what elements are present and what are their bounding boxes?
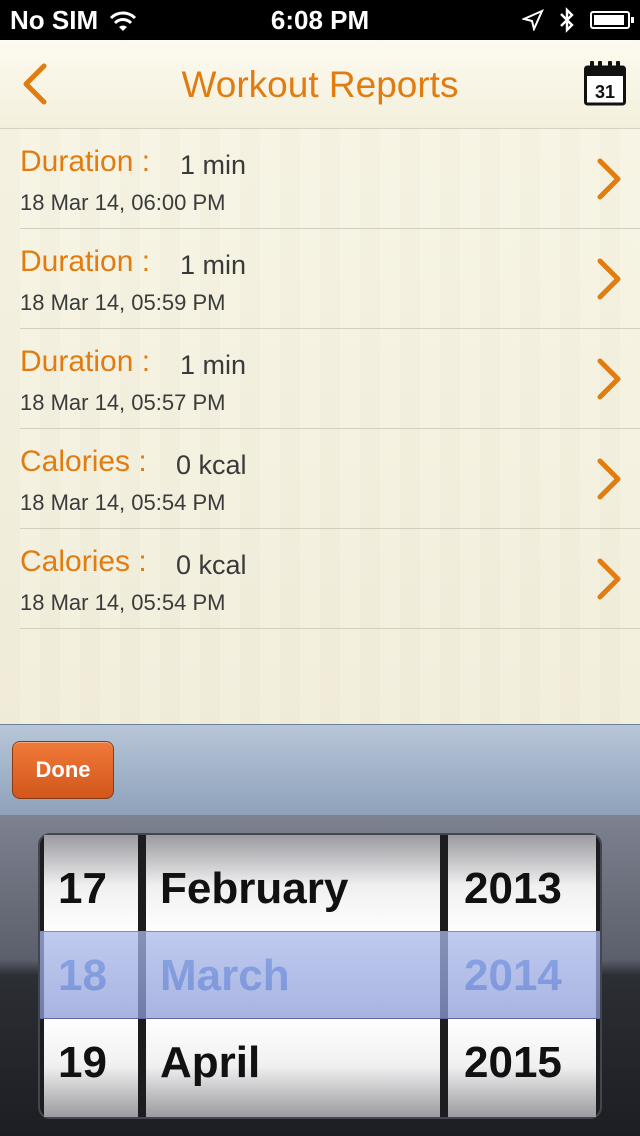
picker-day-item[interactable]: 17 [44, 845, 138, 933]
bluetooth-icon [560, 7, 574, 33]
location-arrow-icon [522, 9, 544, 31]
calendar-day: 31 [595, 82, 615, 102]
report-label: Duration : [20, 345, 151, 378]
picker-month-selected[interactable]: March [146, 932, 440, 1020]
report-value: 0 kcal [176, 450, 247, 480]
picker-day-column[interactable]: 17 18 19 [44, 835, 138, 1117]
chevron-right-icon [597, 158, 621, 200]
report-value: 1 min [180, 150, 247, 180]
report-date: 18 Mar 14, 05:59 PM [20, 290, 226, 315]
report-value: 0 kcal [176, 550, 247, 580]
report-date: 18 Mar 14, 06:00 PM [20, 190, 226, 215]
report-list: Duration : 1 min 18 Mar 14, 06:00 PM Dur… [0, 129, 640, 724]
report-label: Duration : [20, 245, 151, 278]
picker-month-column[interactable]: February March April [146, 835, 440, 1117]
report-date: 18 Mar 14, 05:54 PM [20, 590, 226, 615]
report-date: 18 Mar 14, 05:57 PM [20, 390, 226, 415]
report-row[interactable]: Duration : 1 min 18 Mar 14, 05:59 PM [20, 229, 640, 329]
picker-month-item[interactable]: April [146, 1019, 440, 1107]
status-bar: No SIM 6:08 PM [0, 0, 640, 40]
report-row[interactable]: Calories : 0 kcal 18 Mar 14, 05:54 PM [20, 429, 640, 529]
picker-month-item[interactable]: February [146, 845, 440, 933]
page-title: Workout Reports [181, 64, 459, 105]
chevron-right-icon [597, 358, 621, 400]
report-row[interactable]: Duration : 1 min 18 Mar 14, 06:00 PM [20, 129, 640, 229]
battery-icon [590, 11, 634, 29]
date-picker: 17 18 19 February March April 2013 2014 … [0, 815, 640, 1136]
status-right-group [522, 6, 634, 34]
picker-day-selected[interactable]: 18 [44, 932, 138, 1020]
picker-day-item[interactable]: 19 [44, 1019, 138, 1107]
report-value: 1 min [180, 350, 247, 380]
picker-frame: 17 18 19 February March April 2013 2014 … [40, 835, 600, 1117]
done-button[interactable]: Done [12, 741, 114, 799]
chevron-right-icon [597, 258, 621, 300]
report-date: 18 Mar 14, 05:54 PM [20, 490, 226, 515]
report-label: Duration : [20, 145, 151, 178]
report-label: Calories : [20, 445, 147, 478]
nav-bar: Workout Reports 31 [0, 40, 640, 129]
picker-year-item[interactable]: 2013 [448, 845, 596, 933]
picker-toolbar: Done [0, 724, 640, 816]
chevron-right-icon [597, 558, 621, 600]
report-label: Calories : [20, 545, 147, 578]
picker-year-column[interactable]: 2013 2014 2015 [448, 835, 596, 1117]
chevron-right-icon [597, 458, 621, 500]
report-row[interactable]: Duration : 1 min 18 Mar 14, 05:57 PM [20, 329, 640, 429]
picker-year-selected[interactable]: 2014 [448, 932, 596, 1020]
report-value: 1 min [180, 250, 247, 280]
report-row[interactable]: Calories : 0 kcal 18 Mar 14, 05:54 PM [20, 529, 640, 629]
picker-year-item[interactable]: 2015 [448, 1019, 596, 1107]
calendar-icon[interactable]: 31 [584, 60, 626, 106]
